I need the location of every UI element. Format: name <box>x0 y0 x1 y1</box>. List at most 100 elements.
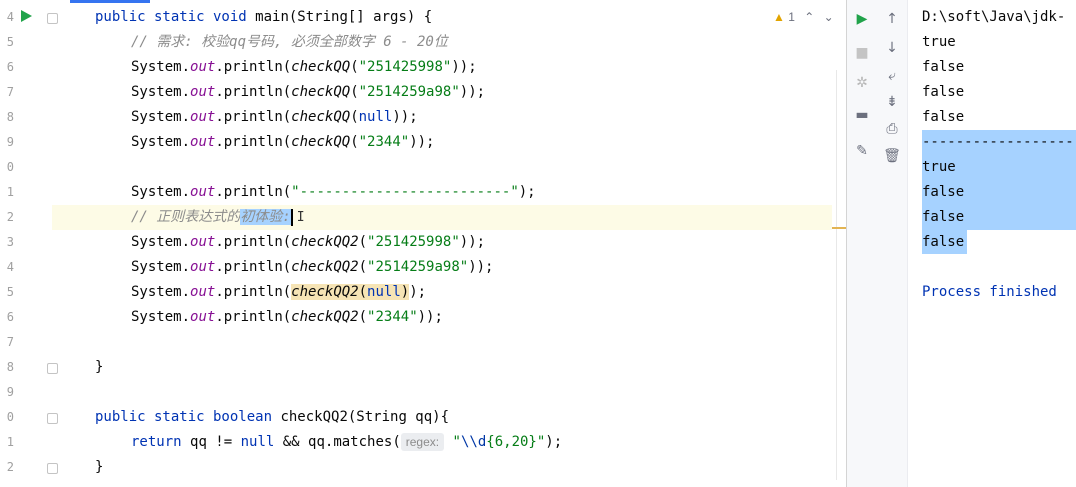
code-string: "2514259a98" <box>367 259 469 275</box>
code-text: )); <box>451 59 477 75</box>
scroll-to-end-icon[interactable]: ⇟ <box>880 91 904 113</box>
code-method: checkQQ <box>291 84 351 100</box>
print-icon[interactable]: ⎙ <box>880 118 904 140</box>
rerun-icon[interactable]: ✲ <box>850 72 874 94</box>
scrollbar-marker[interactable] <box>832 227 846 229</box>
inspection-widget[interactable]: ▲ 1 ⌃ ⌄ <box>773 10 834 24</box>
code-text: System. <box>131 259 191 275</box>
code-method: checkQQ2 <box>291 259 359 275</box>
code-line[interactable]: System.out.println("--------------------… <box>131 180 536 205</box>
line-number: 5 <box>6 35 14 49</box>
code-text: } <box>95 359 104 375</box>
fold-icon[interactable] <box>47 363 58 374</box>
code-line[interactable]: } <box>95 355 103 380</box>
code-method: checkQQ2 <box>291 234 359 250</box>
code-field: out <box>190 84 216 100</box>
chevron-down-icon[interactable]: ⌄ <box>824 10 834 24</box>
code-text: .println( <box>215 134 292 150</box>
code-text: ( <box>358 309 368 325</box>
code-text: )); <box>417 309 443 325</box>
code-keyword: null <box>367 284 401 300</box>
code-line[interactable]: System.out.println(checkQQ("2514259a98")… <box>131 80 485 105</box>
code-method: checkQQ <box>291 109 351 125</box>
console-toolbar: ↑ ↓ ⤶ ⇟ ⎙ 🗑 <box>877 0 908 487</box>
code-text: main(String[] args) { <box>255 9 433 25</box>
code-text: System. <box>131 184 191 200</box>
line-number: 6 <box>6 60 14 74</box>
code-text: ( <box>358 234 368 250</box>
code-editor[interactable]: 4 5 6 7 8 9 0 1 2 3 4 5 6 7 8 9 0 1 2 pu… <box>0 0 846 487</box>
code-field: out <box>190 134 216 150</box>
line-number: 1 <box>6 185 14 199</box>
editor-scrollbar[interactable] <box>836 70 845 480</box>
code-comment: // 正则表达式的 <box>131 209 241 225</box>
code-string: "251425998" <box>358 59 452 75</box>
code-text: .println( <box>215 84 292 100</box>
code-line[interactable]: } <box>95 455 103 480</box>
code-line[interactable]: System.out.println(checkQQ2(null)); <box>131 280 426 305</box>
code-text: System. <box>131 109 191 125</box>
code-method: checkQQ <box>291 59 351 75</box>
code-text: System. <box>131 234 191 250</box>
line-number: 2 <box>6 460 14 474</box>
run-icon[interactable]: ▶ <box>850 8 874 30</box>
code-field: out <box>190 234 216 250</box>
code-line[interactable]: // 正则表达式的初体验: I <box>131 205 305 230</box>
console-line: ------------------------- <box>922 134 1076 150</box>
code-line[interactable]: System.out.println(checkQQ("251425998"))… <box>131 55 477 80</box>
code-text: .println( <box>215 259 292 275</box>
code-line[interactable]: public static void main(String[] args) { <box>95 5 432 30</box>
fold-icon[interactable] <box>47 463 58 474</box>
code-line[interactable]: System.out.println(checkQQ(null)); <box>131 105 418 130</box>
layout-icon[interactable]: ▬ <box>850 104 874 126</box>
warning-count: 1 <box>788 10 795 24</box>
line-number: 8 <box>6 110 14 124</box>
code-text: System. <box>131 59 191 75</box>
code-keyword: public static void <box>95 9 256 25</box>
fold-icon[interactable] <box>47 413 58 424</box>
editor-gutter: 4 5 6 7 8 9 0 1 2 3 4 5 6 7 8 9 0 1 2 <box>0 0 70 487</box>
code-line[interactable]: public static boolean checkQQ2(String qq… <box>95 405 449 430</box>
code-line[interactable]: return qq != null && qq.matches(regex: "… <box>131 430 562 455</box>
code-text: System. <box>131 84 191 100</box>
code-text: qq != <box>190 434 241 450</box>
pin-icon[interactable]: ✎ <box>850 140 874 162</box>
code-text: )); <box>392 109 418 125</box>
chevron-up-icon[interactable]: ⌃ <box>804 10 814 24</box>
code-text: ( <box>350 84 359 100</box>
arrow-down-icon[interactable]: ↓ <box>880 37 904 59</box>
trash-icon[interactable]: 🗑 <box>880 145 904 167</box>
code-field: out <box>190 259 216 275</box>
code-line[interactable]: System.out.println(checkQQ2("2514259a98"… <box>131 255 494 280</box>
console-line: true <box>922 159 956 175</box>
code-text: ); <box>518 184 536 200</box>
code-comment: // 需求: 校验qq号码, 必须全部数字 6 - 20位 <box>131 34 448 50</box>
code-line[interactable]: // 需求: 校验qq号码, 必须全部数字 6 - 20位 <box>131 30 448 55</box>
soft-wrap-icon[interactable]: ⤶ <box>880 65 904 87</box>
code-text: ( <box>350 59 359 75</box>
code-text: .println( <box>215 309 292 325</box>
code-line[interactable]: System.out.println(checkQQ("2344")); <box>131 130 435 155</box>
run-gutter-icon[interactable] <box>21 10 32 22</box>
code-text: ); <box>409 284 427 300</box>
console-line: false <box>922 59 965 75</box>
code-text: ); <box>545 434 563 450</box>
console-line: false <box>922 109 965 125</box>
code-field: out <box>190 309 216 325</box>
line-number: 1 <box>6 435 14 449</box>
console-line: false <box>922 184 965 200</box>
code-text: checkQQ2(String qq){ <box>280 409 450 425</box>
stop-icon[interactable]: ■ <box>850 42 874 64</box>
line-number: 6 <box>6 310 14 324</box>
code-text: )); <box>468 259 494 275</box>
run-console[interactable]: D:\soft\Java\jdk- true false false false… <box>908 0 1076 487</box>
code-string: "2344" <box>358 134 410 150</box>
code-field: out <box>190 109 216 125</box>
code-text: .println( <box>215 234 292 250</box>
code-line[interactable]: System.out.println(checkQQ2("251425998")… <box>131 230 485 255</box>
fold-icon[interactable] <box>47 13 58 24</box>
code-field: out <box>190 284 216 300</box>
code-line[interactable]: System.out.println(checkQQ2("2344")); <box>131 305 443 330</box>
arrow-up-icon[interactable]: ↑ <box>880 8 904 30</box>
code-string: " <box>452 434 461 450</box>
